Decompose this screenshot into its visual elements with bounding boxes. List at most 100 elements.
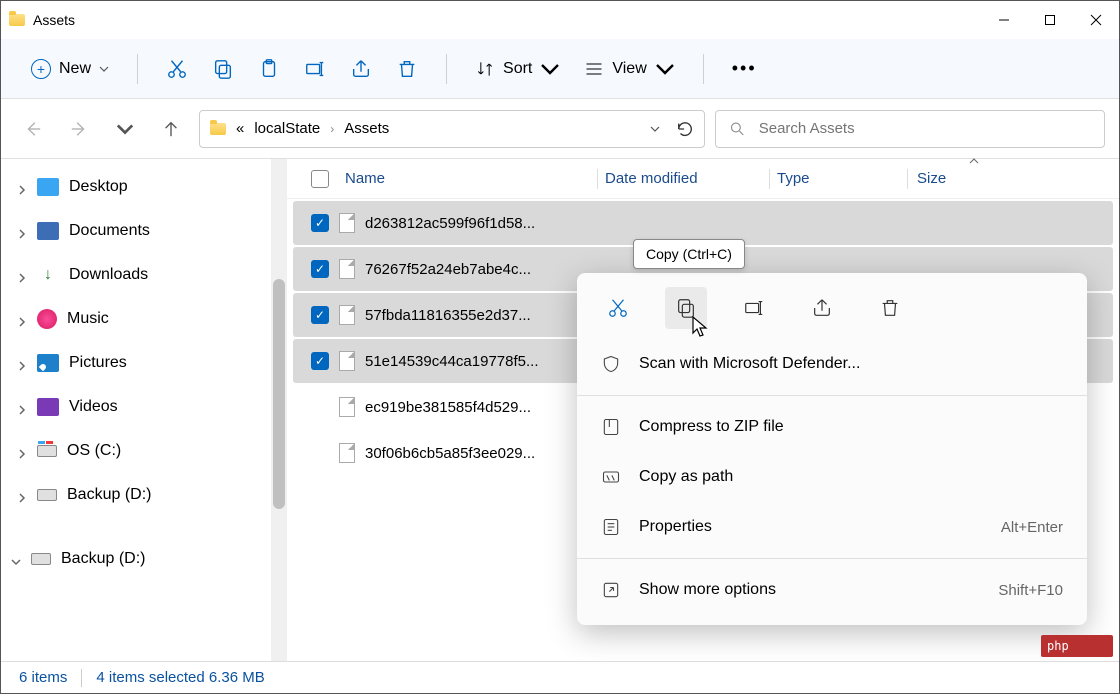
file-icon bbox=[339, 213, 355, 233]
ctx-delete-button[interactable] bbox=[869, 287, 911, 329]
ctx-properties[interactable]: PropertiesAlt+Enter bbox=[577, 502, 1087, 552]
address-bar[interactable]: « localState › Assets bbox=[199, 110, 705, 148]
sidebar-item-os-c[interactable]: OS (C:) bbox=[1, 429, 271, 473]
row-checkbox[interactable] bbox=[311, 306, 329, 324]
search-input[interactable] bbox=[759, 120, 1090, 137]
ctx-copy-path[interactable]: Copy as path bbox=[577, 452, 1087, 502]
sidebar-item-documents[interactable]: Documents bbox=[1, 209, 271, 253]
column-date[interactable]: Date modified bbox=[605, 170, 698, 187]
sidebar-item-backup-d-2[interactable]: Backup (D:) bbox=[1, 537, 271, 581]
sort-button[interactable]: Sort bbox=[465, 53, 570, 85]
column-name[interactable]: Name bbox=[345, 170, 385, 187]
more-button[interactable]: ••• bbox=[722, 52, 767, 85]
cut-button[interactable] bbox=[156, 48, 198, 90]
file-icon bbox=[339, 443, 355, 463]
file-icon bbox=[339, 305, 355, 325]
delete-button[interactable] bbox=[386, 48, 428, 90]
select-all-checkbox[interactable] bbox=[311, 170, 329, 188]
up-button[interactable] bbox=[153, 111, 189, 147]
rename-button[interactable] bbox=[294, 48, 336, 90]
new-button[interactable]: + New bbox=[21, 53, 119, 85]
search-icon bbox=[730, 121, 745, 137]
separator bbox=[703, 54, 704, 84]
separator bbox=[81, 669, 82, 687]
plus-circle-icon: + bbox=[31, 59, 51, 79]
breadcrumb-current[interactable]: Assets bbox=[344, 120, 389, 137]
recent-button[interactable] bbox=[107, 111, 143, 147]
separator bbox=[446, 54, 447, 84]
sidebar-item-pictures[interactable]: Pictures bbox=[1, 341, 271, 385]
ctx-defender[interactable]: Scan with Microsoft Defender... bbox=[577, 339, 1087, 389]
sidebar-item-music[interactable]: Music bbox=[1, 297, 271, 341]
sort-indicator-icon bbox=[969, 153, 979, 170]
column-type[interactable]: Type bbox=[777, 170, 810, 187]
disk-icon bbox=[37, 489, 57, 501]
sidebar-item-desktop[interactable]: Desktop bbox=[1, 165, 271, 209]
title-bar: Assets bbox=[1, 1, 1119, 39]
cursor-icon bbox=[691, 315, 711, 344]
zip-icon bbox=[601, 417, 621, 437]
new-label: New bbox=[59, 60, 91, 78]
sidebar-item-backup-d[interactable]: Backup (D:) bbox=[1, 473, 271, 517]
music-icon bbox=[37, 309, 57, 329]
copy-button[interactable] bbox=[202, 48, 244, 90]
file-icon bbox=[339, 397, 355, 417]
expand-icon bbox=[601, 580, 621, 600]
shield-icon bbox=[601, 354, 621, 374]
sidebar: Desktop Documents ↓Downloads Music Pictu… bbox=[1, 159, 271, 661]
chevron-down-icon[interactable] bbox=[650, 124, 660, 134]
disk-icon bbox=[37, 445, 57, 457]
search-box[interactable] bbox=[715, 110, 1105, 148]
folder-icon bbox=[9, 14, 25, 26]
separator bbox=[577, 395, 1087, 396]
ctx-more-options[interactable]: Show more optionsShift+F10 bbox=[577, 565, 1087, 615]
chevron-down-icon bbox=[655, 59, 675, 79]
chevron-down-icon bbox=[99, 64, 109, 74]
forward-button[interactable] bbox=[61, 111, 97, 147]
path-icon bbox=[601, 467, 621, 487]
ctx-zip[interactable]: Compress to ZIP file bbox=[577, 402, 1087, 452]
back-button[interactable] bbox=[15, 111, 51, 147]
paste-button[interactable] bbox=[248, 48, 290, 90]
close-button[interactable] bbox=[1073, 1, 1119, 39]
row-checkbox[interactable] bbox=[311, 260, 329, 278]
column-header: Name Date modified Type Size bbox=[287, 159, 1119, 199]
sidebar-item-downloads[interactable]: ↓Downloads bbox=[1, 253, 271, 297]
view-icon bbox=[584, 59, 604, 79]
sidebar-item-videos[interactable]: Videos bbox=[1, 385, 271, 429]
ctx-share-button[interactable] bbox=[801, 287, 843, 329]
row-checkbox[interactable] bbox=[311, 352, 329, 370]
status-selection: 4 items selected 6.36 MB bbox=[96, 669, 264, 686]
copy-tooltip: Copy (Ctrl+C) bbox=[633, 239, 745, 269]
maximize-button[interactable] bbox=[1027, 1, 1073, 39]
scrollbar-thumb[interactable] bbox=[273, 279, 285, 509]
breadcrumb-parent[interactable]: localState bbox=[254, 120, 320, 137]
column-size[interactable]: Size bbox=[917, 170, 946, 187]
documents-icon bbox=[37, 222, 59, 240]
minimize-button[interactable] bbox=[981, 1, 1027, 39]
ctx-cut-button[interactable] bbox=[597, 287, 639, 329]
sort-label: Sort bbox=[503, 60, 532, 78]
context-menu: Scan with Microsoft Defender... Compress… bbox=[577, 273, 1087, 625]
row-checkbox[interactable] bbox=[311, 214, 329, 232]
file-icon bbox=[339, 259, 355, 279]
refresh-icon[interactable] bbox=[676, 120, 694, 138]
file-icon bbox=[339, 351, 355, 371]
videos-icon bbox=[37, 398, 59, 416]
view-button[interactable]: View bbox=[574, 53, 684, 85]
chevron-down-icon bbox=[540, 59, 560, 79]
status-count: 6 items bbox=[19, 669, 67, 686]
properties-icon bbox=[601, 517, 621, 537]
sort-icon bbox=[475, 59, 495, 79]
breadcrumb-overflow[interactable]: « bbox=[236, 120, 244, 137]
desktop-icon bbox=[37, 178, 59, 196]
window-title: Assets bbox=[33, 12, 75, 28]
share-button[interactable] bbox=[340, 48, 382, 90]
chevron-right-icon: › bbox=[330, 122, 334, 136]
command-toolbar: + New Sort View ••• bbox=[1, 39, 1119, 99]
ctx-rename-button[interactable] bbox=[733, 287, 775, 329]
sidebar-scrollbar[interactable] bbox=[271, 159, 287, 661]
separator bbox=[577, 558, 1087, 559]
navigation-row: « localState › Assets bbox=[1, 99, 1119, 159]
downloads-icon: ↓ bbox=[37, 266, 59, 284]
